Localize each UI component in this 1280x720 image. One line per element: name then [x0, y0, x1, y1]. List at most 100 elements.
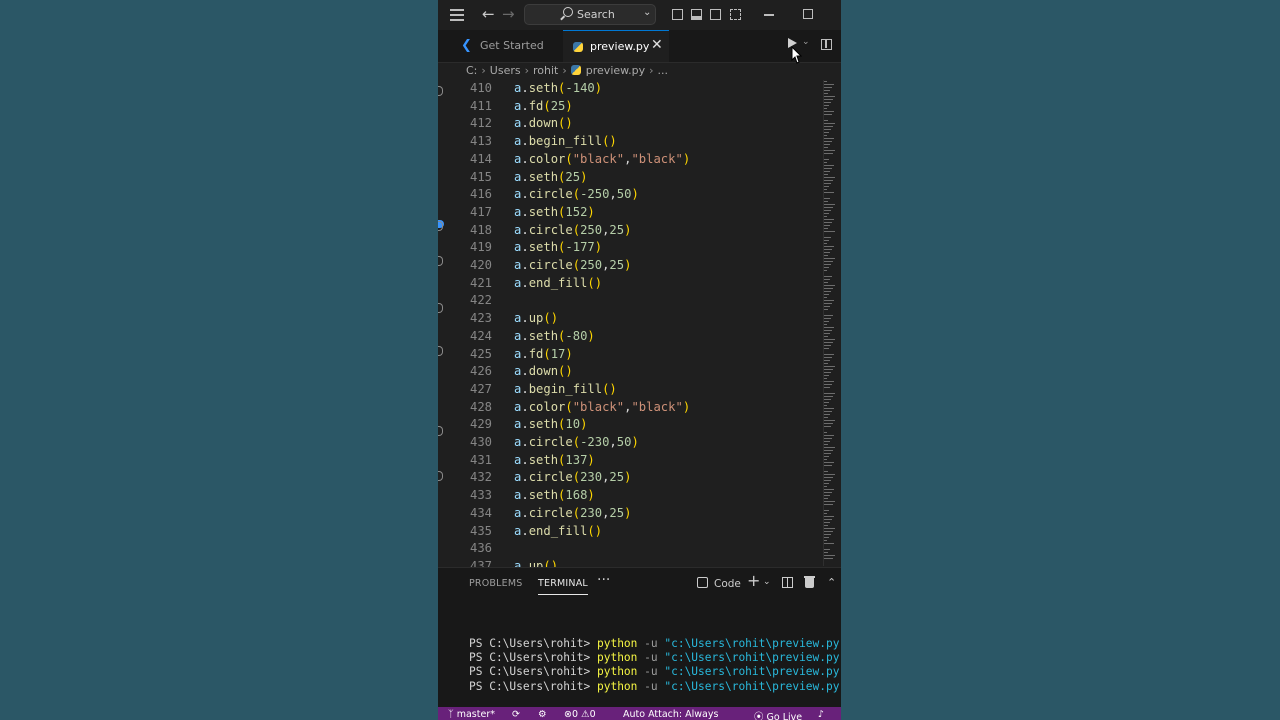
source-control-branch[interactable]: ᛉ master* [448, 709, 495, 720]
bottom-panel: PROBLEMS TERMINAL ··· Code + ⌄ ⌃ PS C:\U… [438, 567, 841, 708]
code-line[interactable]: 420 a.circle(250,25) [438, 258, 828, 276]
kill-terminal-icon[interactable] [804, 576, 815, 588]
minimap-line [824, 408, 834, 410]
split-editor-icon[interactable] [821, 39, 832, 50]
code-line[interactable]: 415 a.seth(25) [438, 170, 828, 188]
minimap-line [824, 333, 830, 335]
code-line[interactable]: 435 a.end_fill() [438, 524, 828, 542]
code-line[interactable]: 427 a.begin_fill() [438, 382, 828, 400]
code-line[interactable]: 412 a.down() [438, 116, 828, 134]
minimap-line [824, 453, 831, 455]
minimap-line [824, 438, 832, 440]
tab-terminal[interactable]: TERMINAL [538, 578, 588, 595]
tab-get-started[interactable]: ❮ Get Started [453, 30, 563, 62]
line-number: 426 [469, 364, 492, 379]
auto-attach-status[interactable]: Auto Attach: Always [623, 709, 718, 720]
minimap-line [824, 450, 833, 452]
code-line[interactable]: 418 a.circle(250,25) [438, 223, 828, 241]
minimize-icon[interactable] [764, 14, 774, 16]
terminal-output[interactable]: PS C:\Users\rohit> python -u "c:\Users\r… [469, 637, 841, 694]
code-line[interactable]: 432 a.circle(230,25) [438, 470, 828, 488]
line-number: 433 [469, 488, 492, 503]
code-line[interactable]: 421 a.end_fill() [438, 276, 828, 294]
breadcrumb-item[interactable]: preview.py [586, 64, 645, 77]
code-line[interactable]: 422 [438, 293, 828, 311]
minimap-line [824, 525, 828, 527]
line-number: 436 [469, 541, 492, 556]
line-number: 416 [469, 187, 492, 202]
minimap-line [824, 210, 831, 212]
problems-summary[interactable]: ⊗0 ⚠0 [564, 709, 596, 720]
terminal-path: "c:\Users\rohit\preview.py" [664, 679, 841, 693]
code-line[interactable]: 431 a.seth(137) [438, 453, 828, 471]
breadcrumb-item[interactable]: Users [490, 64, 521, 77]
code-line[interactable]: 425 a.fd(17) [438, 347, 828, 365]
minimap-line [824, 162, 827, 164]
terminal-shell-label[interactable]: Code [714, 578, 741, 590]
toggle-secondary-sidebar-icon[interactable] [710, 9, 721, 20]
code-line[interactable]: 417 a.seth(152) [438, 205, 828, 223]
sync-icon[interactable]: ⟳ [512, 709, 520, 720]
tab-preview-py[interactable]: preview.py ✕ [563, 30, 669, 62]
minimap-line [824, 531, 833, 533]
code-text: a.circle(-250,50) [514, 187, 639, 202]
close-icon[interactable]: ✕ [651, 37, 663, 53]
minimap-line [824, 465, 832, 467]
breadcrumb-item[interactable]: C: [466, 64, 477, 77]
minimap-line [824, 396, 833, 398]
minimap-line [824, 276, 832, 278]
status-bar: ᛉ master* ⟳ ⚙ ⊗0 ⚠0 Auto Attach: Always … [438, 707, 841, 720]
code-line[interactable]: 424 a.seth(-80) [438, 329, 828, 347]
code-line[interactable]: 416 a.circle(-250,50) [438, 187, 828, 205]
code-editor[interactable]: 410 a.seth(-140) 411 a.fd(25) 412 a.down() 413… [438, 81, 828, 567]
minimap-line [824, 327, 834, 329]
run-options-chevron-icon[interactable]: ⌄ [802, 37, 810, 47]
maximize-icon[interactable] [803, 9, 813, 19]
error-count: 0 [571, 709, 579, 720]
minimap-line [824, 555, 835, 557]
terminal-profile-chevron-icon[interactable]: ⌄ [763, 577, 771, 587]
maximize-panel-icon[interactable]: ⌃ [827, 576, 836, 589]
split-terminal-icon[interactable] [782, 577, 793, 588]
title-bar: ← → Search ⌄ [438, 0, 841, 30]
code-line[interactable]: 436 [438, 541, 828, 559]
code-line[interactable]: 434 a.circle(230,25) [438, 506, 828, 524]
minimap-line [824, 219, 834, 221]
tab-problems[interactable]: PROBLEMS [469, 578, 522, 589]
code-line[interactable]: 423 a.up() [438, 311, 828, 329]
code-line[interactable]: 433 a.seth(168) [438, 488, 828, 506]
code-line[interactable]: 428 a.color("black","black") [438, 400, 828, 418]
line-number: 418 [469, 222, 492, 237]
toggle-sidebar-icon[interactable] [672, 9, 683, 20]
minimap[interactable] [824, 81, 836, 565]
code-line[interactable]: 410 a.seth(-140) [438, 81, 828, 99]
breadcrumb-item[interactable]: ... [658, 64, 669, 77]
code-line[interactable]: 411 a.fd(25) [438, 99, 828, 117]
minimap-line [824, 432, 827, 434]
code-line[interactable]: 429 a.seth(10) [438, 417, 828, 435]
menu-icon[interactable] [450, 9, 464, 21]
minimap-line [824, 102, 831, 104]
line-number: 412 [469, 116, 492, 131]
code-line[interactable]: 419 a.seth(-177) [438, 240, 828, 258]
back-arrow-icon[interactable]: ← [482, 5, 495, 23]
more-actions-icon[interactable]: ··· [597, 572, 610, 588]
code-line[interactable]: 413 a.begin_fill() [438, 134, 828, 152]
toggle-panel-icon[interactable] [691, 9, 702, 20]
command-center-search[interactable]: Search ⌄ [524, 4, 656, 25]
debug-icon[interactable]: ⚙ [538, 709, 547, 720]
forward-arrow-icon[interactable]: → [502, 5, 515, 23]
minimap-line [824, 165, 834, 167]
minimap-line [824, 225, 830, 227]
minimap-line [824, 372, 831, 374]
notifications-icon[interactable]: ♪ [818, 709, 824, 720]
breadcrumb-item[interactable]: rohit [533, 64, 558, 77]
new-terminal-icon[interactable]: + [747, 571, 760, 590]
code-line[interactable]: 437 a.up() [438, 559, 828, 567]
go-live-button[interactable]: ⦿ Go Live [754, 709, 802, 720]
minimap-line [824, 138, 834, 140]
code-line[interactable]: 414 a.color("black","black") [438, 152, 828, 170]
customize-layout-icon[interactable] [730, 9, 741, 20]
code-line[interactable]: 430 a.circle(-230,50) [438, 435, 828, 453]
code-line[interactable]: 426 a.down() [438, 364, 828, 382]
